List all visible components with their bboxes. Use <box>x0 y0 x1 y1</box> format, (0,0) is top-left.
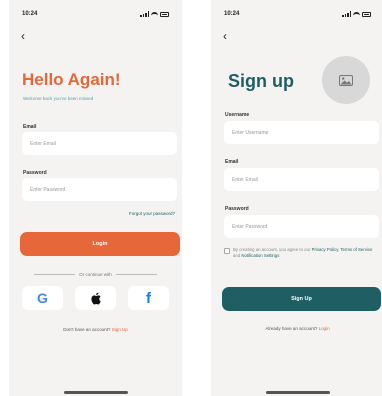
google-button[interactable]: G <box>22 286 63 310</box>
battery-icon <box>160 11 169 17</box>
login-prompt: Already have an account? Login <box>265 326 330 331</box>
image-icon <box>339 74 353 86</box>
home-indicator <box>266 391 330 394</box>
battery-icon <box>362 11 371 17</box>
email-field[interactable]: Enter Email <box>224 168 379 191</box>
status-bar: 10:24 <box>22 9 169 19</box>
forgot-password-link[interactable]: Forgot your password? <box>129 211 175 216</box>
back-arrow-icon[interactable]: ‹ <box>223 30 227 42</box>
email-placeholder: Enter Email <box>232 176 258 183</box>
password-label: Password <box>225 206 249 212</box>
terms-of-service-link[interactable]: Terms of Service <box>340 247 372 252</box>
email-label: Email <box>225 159 239 165</box>
signup-button[interactable]: Sign Up <box>222 287 381 311</box>
login-link[interactable]: Login <box>319 326 330 331</box>
email-field[interactable]: Enter Email <box>22 132 177 155</box>
email-label: Email <box>23 124 37 130</box>
signal-icon <box>140 11 149 17</box>
page-title: Hello Again! <box>22 70 121 89</box>
page-title: Sign up <box>228 71 294 91</box>
google-icon: G <box>37 290 48 306</box>
signup-prompt: Don't have an account? Sign Up <box>63 327 128 332</box>
signal-icon <box>342 11 351 17</box>
sign-up-link[interactable]: Sign Up <box>112 327 128 332</box>
facebook-button[interactable]: f <box>128 286 169 310</box>
status-time: 10:24 <box>224 11 240 17</box>
password-placeholder: Enter Password <box>30 186 66 193</box>
back-arrow-icon[interactable]: ‹ <box>21 30 25 42</box>
profile-photo-picker[interactable] <box>322 56 370 104</box>
divider-text: Or continue with <box>79 271 112 277</box>
apple-button[interactable] <box>75 286 116 310</box>
status-time: 10:24 <box>22 11 38 17</box>
home-indicator <box>64 391 128 394</box>
terms-text: By creating an account, you agree to our… <box>233 247 373 258</box>
login-screen: 10:24 ‹ Hello Again! Welcome back you've… <box>9 0 182 396</box>
password-field[interactable]: Enter Password <box>224 215 379 238</box>
apple-icon <box>90 291 101 304</box>
login-button[interactable]: Login <box>20 232 180 256</box>
username-field[interactable]: Enter Username <box>224 121 379 144</box>
wifi-icon <box>353 11 360 17</box>
username-placeholder: Enter Username <box>232 129 269 136</box>
wifi-icon <box>151 11 158 17</box>
password-placeholder: Enter Password <box>232 223 268 230</box>
privacy-policy-link[interactable]: Privacy Policy <box>312 247 338 252</box>
status-bar: 10:24 <box>224 9 371 19</box>
notification-settings-link[interactable]: Notification Settings <box>241 253 279 258</box>
email-placeholder: Enter Email <box>30 140 56 147</box>
password-label: Password <box>23 170 47 176</box>
terms-checkbox[interactable] <box>224 248 230 254</box>
divider: Or continue with <box>34 271 158 277</box>
password-field[interactable]: Enter Password <box>22 178 177 201</box>
username-label: Username <box>225 112 250 118</box>
facebook-icon: f <box>146 289 151 307</box>
page-subtitle: Welcome back you've been missed <box>23 96 94 101</box>
signup-screen: 10:24 ‹ Sign up Username Enter Username … <box>211 0 382 396</box>
